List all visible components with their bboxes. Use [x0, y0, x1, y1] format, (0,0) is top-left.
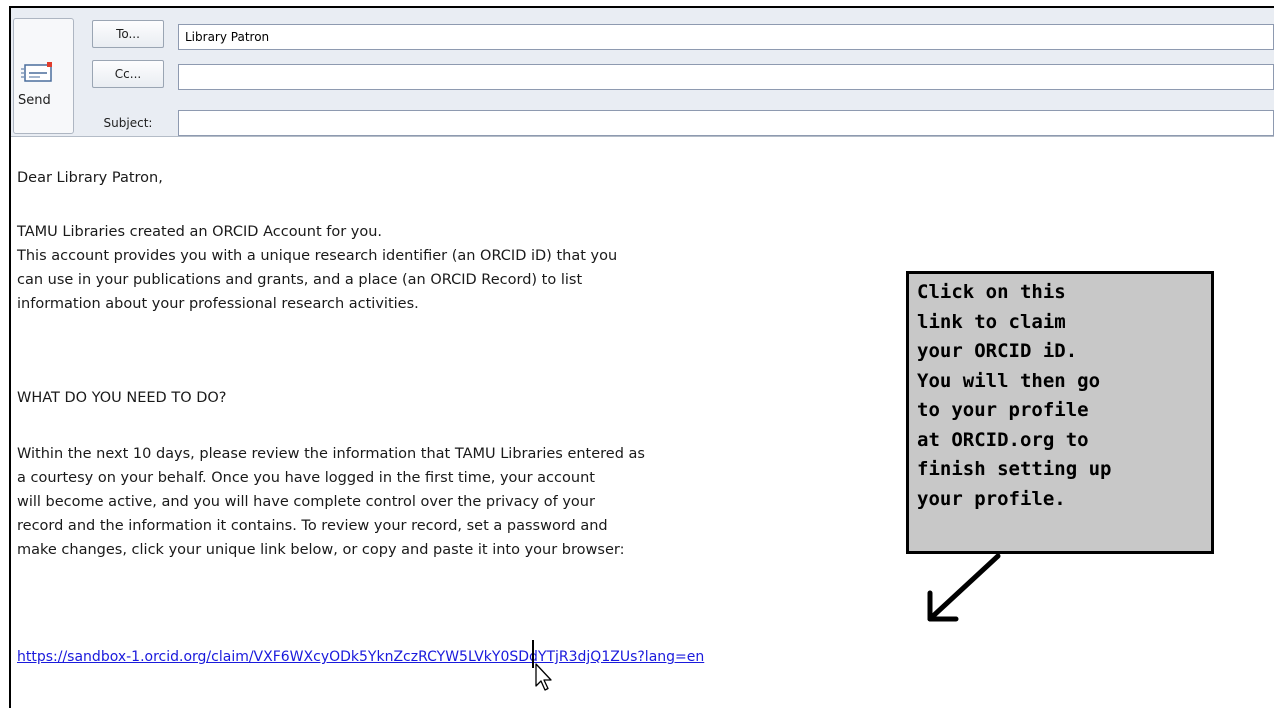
callout-line: You will then go [917, 369, 1101, 392]
body-line: a courtesy on your behalf. Once you have… [17, 470, 595, 486]
callout-line: to your profile [917, 399, 1089, 421]
callout-line: your profile. [917, 487, 1066, 510]
body-line: This account provides you with a unique … [17, 248, 618, 264]
subject-label: Subject: [103, 116, 153, 130]
claim-link[interactable]: https://sandbox-1.orcid.org/claim/VXF6WX… [17, 649, 704, 665]
body-line: will become active, and you will have co… [17, 494, 595, 510]
body-line: record and the information it contains. … [17, 518, 608, 534]
send-envelope-icon [21, 62, 52, 82]
to-field[interactable]: Library Patron [178, 24, 1274, 50]
mouse-pointer-icon [532, 640, 552, 691]
body-line: Within the next 10 days, please review t… [17, 446, 645, 462]
callout-line: Click on this [917, 281, 1066, 303]
callout-line: your ORCID iD. [917, 340, 1078, 362]
section-heading: WHAT DO YOU NEED TO DO? [17, 390, 227, 406]
instruction-callout: Click on this link to claim your ORCID i… [906, 271, 1214, 554]
subject-field[interactable] [178, 110, 1274, 136]
callout-line: link to claim [917, 310, 1066, 333]
cc-field[interactable] [178, 64, 1274, 90]
compose-header: Send To... Cc... Subject: Library Patron [11, 8, 1274, 137]
send-label: Send [18, 93, 51, 108]
callout-line: at ORCID.org to [917, 428, 1089, 451]
to-button[interactable]: To... [92, 20, 164, 48]
greeting: Dear Library Patron, [17, 170, 163, 186]
send-button[interactable]: Send [13, 18, 74, 134]
arrow-down-left-icon [927, 553, 1001, 622]
cc-button[interactable]: Cc... [92, 60, 164, 88]
body-line: TAMU Libraries created an ORCID Account … [17, 224, 383, 240]
callout-line: finish setting up [917, 458, 1112, 480]
body-line: can use in your publications and grants,… [17, 272, 583, 288]
body-line: information about your professional rese… [17, 296, 419, 312]
body-line: make changes, click your unique link bel… [17, 542, 625, 558]
